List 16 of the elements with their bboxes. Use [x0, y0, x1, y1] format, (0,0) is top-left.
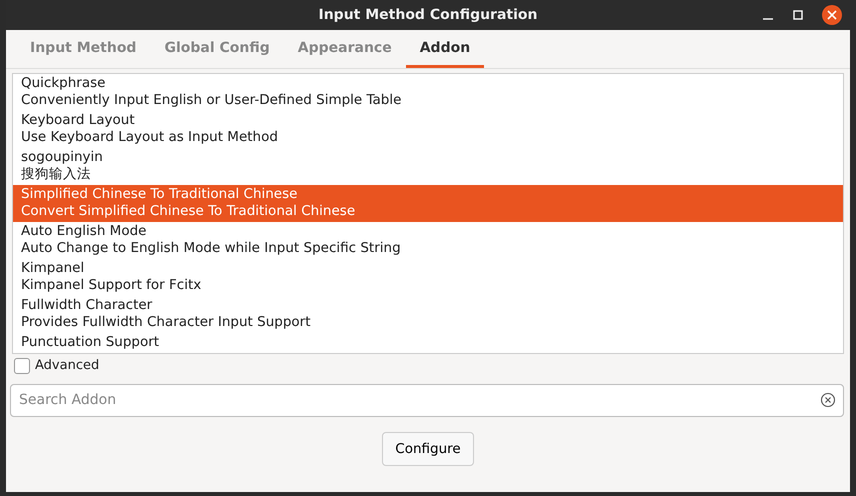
close-icon[interactable]	[822, 5, 842, 25]
clear-icon[interactable]	[820, 392, 836, 408]
configure-button[interactable]: Configure	[382, 432, 474, 466]
search-field[interactable]: Search Addon	[10, 384, 844, 416]
addon-item[interactable]: Kimpanel Kimpanel Support for Fcitx	[13, 259, 843, 296]
advanced-checkbox[interactable]	[14, 358, 30, 374]
addon-item[interactable]: sogoupinyin 搜狗输入法	[13, 148, 843, 185]
advanced-label: Advanced	[35, 357, 100, 375]
addon-item[interactable]: Punctuation Support	[13, 333, 843, 353]
addon-item[interactable]: Fullwidth Character Provides Fullwidth Character Input Support	[13, 296, 843, 333]
maximize-icon[interactable]	[792, 9, 804, 21]
window-title: Input Method Configuration	[318, 6, 538, 24]
tab[interactable]: Addon	[406, 30, 484, 68]
addon-item[interactable]: Auto English Mode Auto Change to English Mode while Input Specific String	[13, 222, 843, 259]
addon-item[interactable]: Simplified Chinese To Traditional Chinese Convert Simplified Chinese To Traditional Chinese	[13, 185, 843, 222]
addon-item[interactable]: Quickphrase Conveniently Input English or User-Defined Simple Table	[13, 74, 843, 111]
